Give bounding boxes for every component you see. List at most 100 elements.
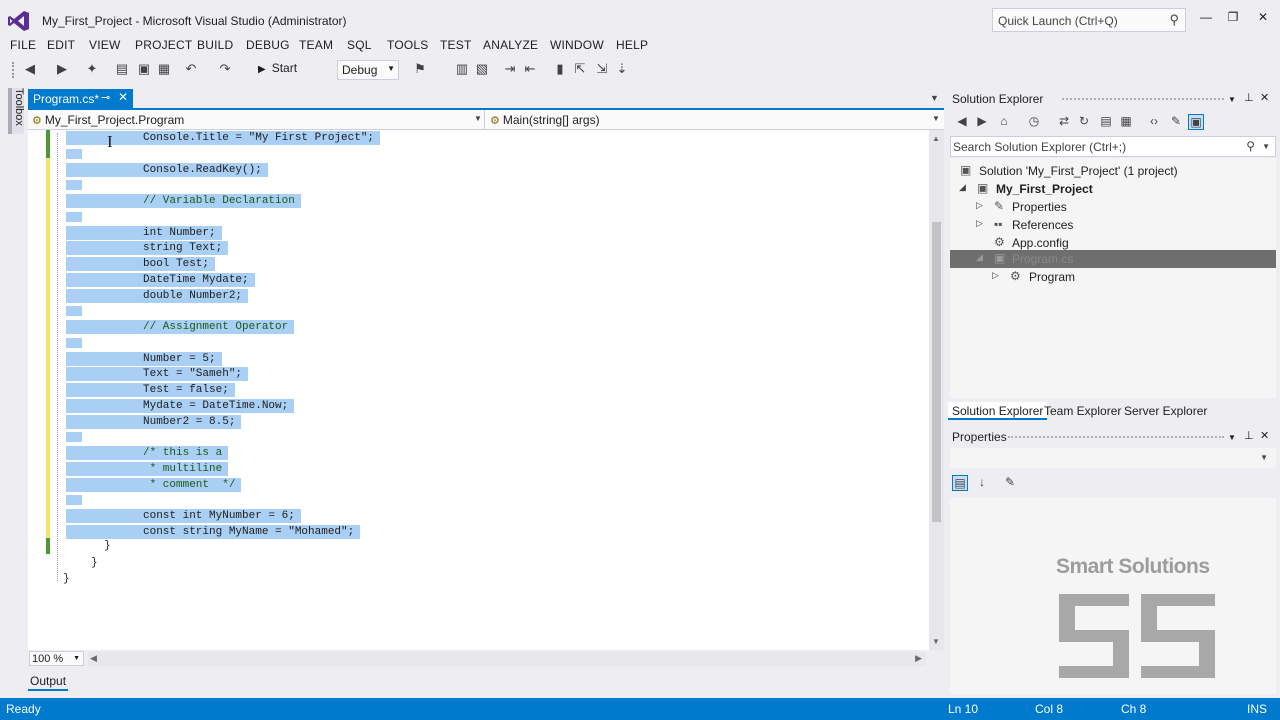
- menu-team[interactable]: TEAM: [299, 38, 333, 52]
- scroll-left-icon[interactable]: ◀: [90, 653, 97, 664]
- tree-item-solution[interactable]: ▣ Solution 'My_First_Project' (1 project…: [950, 162, 1276, 180]
- pin-icon[interactable]: ⊥: [1244, 91, 1254, 104]
- tree-item-project[interactable]: ◢ ▣ My_First_Project: [950, 180, 1276, 198]
- sync-with-document-icon[interactable]: ⇄: [1056, 114, 1072, 130]
- toolbar-grip[interactable]: [12, 62, 16, 78]
- bookmark-icon[interactable]: ▮: [552, 61, 568, 77]
- undo-icon[interactable]: ↶: [183, 61, 199, 77]
- menu-debug[interactable]: DEBUG: [246, 38, 290, 52]
- save-icon[interactable]: ▣: [136, 61, 152, 77]
- clear-bookmarks-icon[interactable]: ⇣: [614, 61, 630, 77]
- selected-blank-line: [66, 306, 82, 317]
- toolbox-tab[interactable]: Toolbox: [8, 88, 25, 134]
- close-panel-icon[interactable]: ✕: [1260, 429, 1269, 442]
- menu-test[interactable]: TEST: [440, 38, 471, 52]
- start-debugging-button[interactable]: ▶ Start: [258, 61, 297, 79]
- new-project-icon[interactable]: ✦: [84, 61, 100, 77]
- navigate-forward-icon[interactable]: ▶: [54, 61, 70, 77]
- panel-grip[interactable]: [1062, 98, 1224, 102]
- pin-icon[interactable]: ⊥: [1244, 429, 1254, 442]
- menu-tools[interactable]: TOOLS: [387, 38, 428, 52]
- member-dropdown[interactable]: ⚙ Main(string[] args): [490, 113, 600, 127]
- change-marker-unsaved: [46, 158, 50, 538]
- find-in-files-icon[interactable]: ⚑: [412, 61, 428, 77]
- scroll-up-icon[interactable]: ▲: [932, 134, 940, 143]
- save-all-icon[interactable]: ▦: [156, 61, 172, 77]
- menu-help[interactable]: HELP: [616, 38, 648, 52]
- tree-item-program-class[interactable]: ▷ ⚙ Program: [950, 268, 1276, 286]
- search-placeholder: Search Solution Explorer (Ctrl+;): [953, 140, 1127, 154]
- property-pages-wrench-icon[interactable]: ✎: [1002, 475, 1018, 491]
- outdent-icon[interactable]: ⇤: [522, 61, 538, 77]
- menu-view[interactable]: VIEW: [89, 38, 120, 52]
- panel-grip[interactable]: [1008, 436, 1224, 440]
- pending-changes-filter-icon[interactable]: ◷: [1026, 114, 1042, 130]
- expanded-arrow-icon[interactable]: ◢: [976, 252, 983, 263]
- tab-output[interactable]: Output: [28, 672, 68, 691]
- properties-wrench-icon[interactable]: ✎: [1168, 114, 1184, 130]
- uncomment-icon[interactable]: ▧: [474, 61, 490, 77]
- menu-edit[interactable]: EDIT: [47, 38, 75, 52]
- editor-vertical-scrollbar[interactable]: ▲ ▼: [929, 130, 944, 650]
- collapsed-arrow-icon[interactable]: ▷: [976, 218, 983, 229]
- panel-menu-icon[interactable]: ▼: [1228, 433, 1236, 442]
- status-state: Ready: [6, 702, 41, 716]
- menu-build[interactable]: BUILD: [197, 38, 233, 52]
- chevron-down-icon[interactable]: ▼: [1262, 142, 1270, 151]
- tab-program-cs[interactable]: Program.cs* ⊸ ✕: [28, 89, 133, 108]
- navigate-back-icon[interactable]: ◀: [22, 61, 38, 77]
- categorized-icon[interactable]: ▤: [952, 475, 968, 491]
- home-icon[interactable]: ⌂: [996, 114, 1012, 130]
- forward-icon[interactable]: ▶: [974, 114, 990, 130]
- tree-item-properties[interactable]: ▷ ✎ Properties: [950, 198, 1276, 216]
- refresh-icon[interactable]: ↻: [1076, 114, 1092, 130]
- menu-window[interactable]: WINDOW: [550, 38, 604, 52]
- minimize-button[interactable]: —: [1193, 10, 1219, 28]
- preview-selected-items-icon[interactable]: ▣: [1188, 114, 1204, 130]
- close-tab-icon[interactable]: ✕: [118, 90, 128, 104]
- previous-bookmark-icon[interactable]: ⇱: [572, 61, 588, 77]
- chevron-down-icon[interactable]: ▼: [932, 114, 940, 123]
- tab-overflow-icon[interactable]: ▼: [930, 93, 939, 103]
- menu-analyze[interactable]: ANALYZE: [483, 38, 538, 52]
- close-window-button[interactable]: ✕: [1250, 10, 1276, 28]
- tab-solution-explorer[interactable]: Solution Explorer: [948, 402, 1048, 420]
- tree-item-program-cs[interactable]: ◢ ▣ Program.cs: [950, 250, 1276, 268]
- collapse-all-icon[interactable]: ▤: [1098, 114, 1114, 130]
- next-bookmark-icon[interactable]: ⇲: [594, 61, 610, 77]
- solution-explorer-search-input[interactable]: Search Solution Explorer (Ctrl+;) ⚲ ▼: [950, 136, 1276, 157]
- class-dropdown[interactable]: ⚙ My_First_Project.Program: [32, 113, 184, 127]
- chevron-down-icon[interactable]: ▼: [474, 114, 482, 123]
- view-code-icon[interactable]: ‹›: [1146, 114, 1162, 130]
- panel-menu-icon[interactable]: ▼: [1228, 95, 1236, 104]
- menu-file[interactable]: FILE: [10, 38, 36, 52]
- show-all-files-icon[interactable]: ▦: [1118, 114, 1134, 130]
- menu-project[interactable]: PROJECT: [135, 38, 192, 52]
- restore-button[interactable]: ❐: [1220, 10, 1246, 28]
- back-icon[interactable]: ◀: [954, 114, 970, 130]
- chevron-down-icon: ▼: [1260, 453, 1268, 462]
- scroll-down-icon[interactable]: ▼: [932, 637, 940, 646]
- properties-object-select[interactable]: ▼: [950, 448, 1276, 468]
- editor-horizontal-scrollbar[interactable]: ◀ ▶: [88, 652, 926, 666]
- redo-icon[interactable]: ↷: [217, 61, 233, 77]
- pin-icon[interactable]: ⊸: [101, 91, 110, 104]
- scroll-right-icon[interactable]: ▶: [915, 653, 922, 664]
- collapsed-arrow-icon[interactable]: ▷: [992, 270, 999, 281]
- open-file-icon[interactable]: ▤: [114, 61, 130, 77]
- menu-sql[interactable]: SQL: [347, 38, 372, 52]
- indent-icon[interactable]: ⇥: [502, 61, 518, 77]
- tab-team-explorer[interactable]: Team Explorer: [1040, 402, 1125, 420]
- code-line: bool Test;: [66, 257, 216, 271]
- close-panel-icon[interactable]: ✕: [1260, 91, 1269, 104]
- tab-server-explorer[interactable]: Server Explorer: [1120, 402, 1211, 420]
- quick-launch-input[interactable]: Quick Launch (Ctrl+Q) ⚲: [992, 8, 1186, 32]
- solution-configuration-select[interactable]: Debug ▼: [337, 60, 399, 80]
- collapsed-arrow-icon[interactable]: ▷: [976, 200, 983, 211]
- expanded-arrow-icon[interactable]: ◢: [959, 182, 966, 193]
- comment-out-icon[interactable]: ▥: [454, 61, 470, 77]
- scrollbar-thumb[interactable]: [932, 222, 941, 522]
- tree-item-references[interactable]: ▷ ▪▪ References: [950, 216, 1276, 234]
- alphabetical-icon[interactable]: ↓: [974, 475, 990, 491]
- zoom-level-select[interactable]: 100 % ▼: [29, 651, 84, 666]
